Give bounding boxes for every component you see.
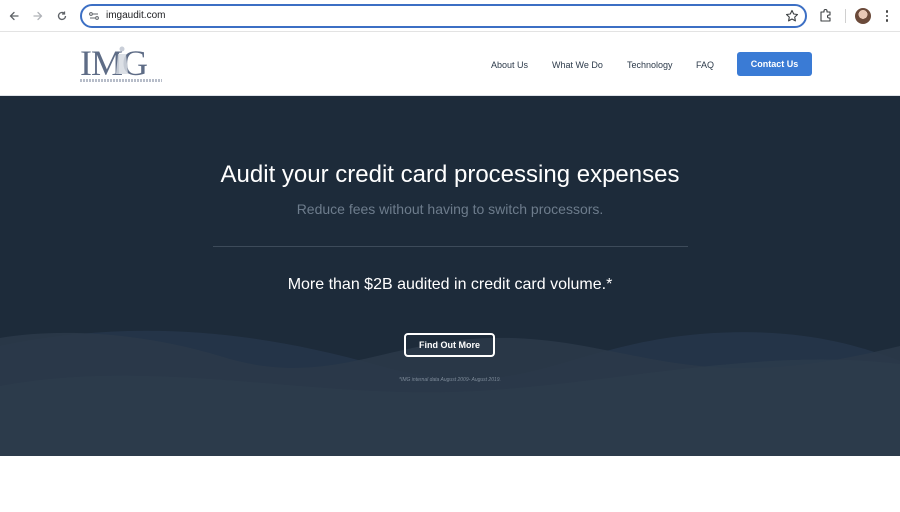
bookmark-star-icon[interactable]	[785, 9, 799, 23]
nav-technology[interactable]: Technology	[627, 59, 673, 71]
address-bar[interactable]: imgaudit.com	[80, 4, 807, 28]
nav-about-us[interactable]: About Us	[491, 59, 528, 71]
profile-avatar[interactable]	[855, 8, 871, 24]
site-info-icon[interactable]	[88, 10, 100, 22]
extensions-puzzle-icon[interactable]	[819, 8, 833, 22]
back-arrow-icon[interactable]	[4, 6, 24, 26]
logo-tagline	[80, 79, 162, 82]
browser-toolbar: imgaudit.com	[0, 0, 900, 32]
nav-faq[interactable]: FAQ	[696, 59, 714, 71]
contact-us-button[interactable]: Contact Us	[737, 52, 812, 76]
hero-divider	[213, 246, 688, 247]
forward-arrow-icon[interactable]	[28, 6, 48, 26]
img-logo[interactable]: IMG	[80, 43, 162, 87]
content-below-hero	[0, 456, 900, 512]
nav-what-we-do[interactable]: What We Do	[552, 59, 603, 71]
url-text[interactable]: imgaudit.com	[106, 9, 165, 23]
menu-dots-icon[interactable]	[882, 8, 892, 24]
toolbar-divider	[845, 9, 846, 23]
hero-stat: More than $2B audited in credit card vol…	[287, 276, 613, 293]
logo-figure-icon	[116, 46, 128, 74]
find-out-more-button[interactable]: Find Out More	[404, 333, 495, 357]
hero-section: Audit your credit card processing expens…	[0, 96, 900, 456]
hero-footnote: *IMG internal data August 2009- August 2…	[399, 377, 501, 383]
reload-icon[interactable]	[52, 6, 72, 26]
hero-subtitle: Reduce fees without having to switch pro…	[296, 201, 604, 217]
hero-title: Audit your credit card processing expens…	[220, 161, 680, 188]
